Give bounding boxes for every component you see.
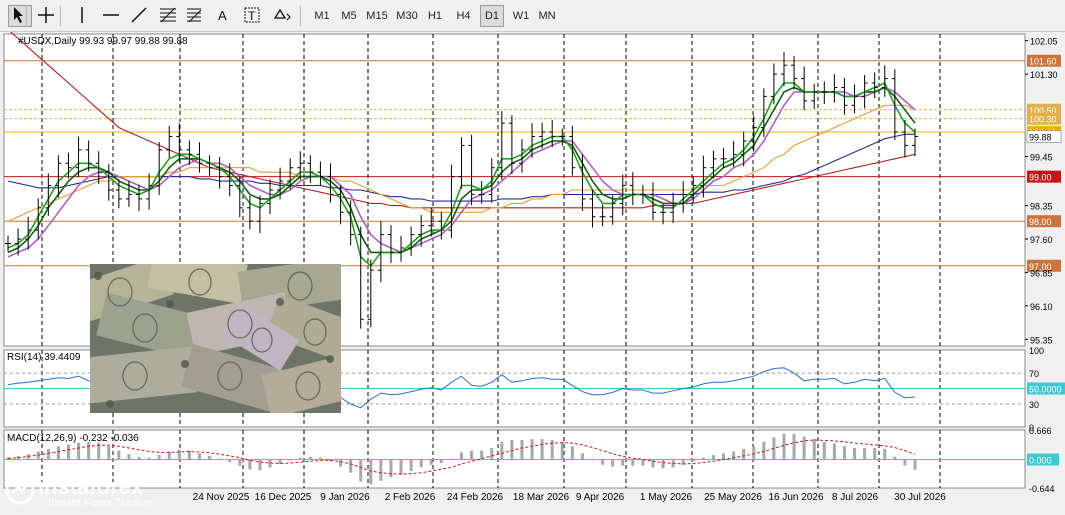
fibo-fan-tool-button[interactable] <box>183 5 207 27</box>
timeframe-m1-button[interactable]: M1 <box>310 5 334 27</box>
trendline-icon <box>128 4 150 29</box>
date-tick-label: 1 May 2026 <box>640 492 693 503</box>
rsi-tick-label: 100 <box>1029 346 1044 356</box>
date-tick-label: 25 May 2026 <box>704 492 762 503</box>
timeframe-h4-button[interactable]: H4 <box>450 5 477 27</box>
symbol-header: #USDX,Daily 99.93 99.97 99.88 99.88 <box>18 36 188 47</box>
date-tick-label: 24 Feb 2026 <box>447 492 504 503</box>
timeframe-m5-button[interactable]: M5 <box>336 5 362 27</box>
crosshair-icon <box>35 4 57 29</box>
price-tick-label: 98.35 <box>1030 202 1053 212</box>
instaforex-logo-icon <box>5 475 35 505</box>
rsi-tick-label: 50.0000 <box>1029 385 1062 395</box>
price-tick-label: 96.10 <box>1030 302 1053 312</box>
shapes-tool-button[interactable] <box>267 5 297 27</box>
timeframe-m15-button[interactable]: M15 <box>363 5 391 27</box>
level-label-99.00: 99.00 <box>1029 173 1052 183</box>
timeframe-mn-button[interactable]: MN <box>535 5 559 27</box>
cursor-tool-button[interactable] <box>8 5 32 27</box>
toolbar-separator <box>300 6 301 26</box>
toolbar: A T M1 M5 M15 M30 H1 H4 D1 W1 MN <box>0 0 1065 32</box>
level-label-98.00: 98.00 <box>1029 217 1052 227</box>
price-tick-label: 97.60 <box>1030 235 1053 245</box>
instaforex-watermark: instaforex Instant Forex Trading <box>2 470 202 510</box>
horizontal-line-tool-button[interactable] <box>99 5 123 27</box>
date-tick-label: 18 Mar 2026 <box>513 492 570 503</box>
price-tick-label: 96.85 <box>1030 268 1053 278</box>
rsi-label: RSI(14) 39.4409 <box>7 352 81 363</box>
rsi-tick-label: 70 <box>1029 369 1039 379</box>
price-tick-label: 102.05 <box>1030 37 1058 47</box>
macd-label: MACD(12,26,9) -0.232 -0.036 <box>7 433 139 444</box>
date-tick-label: 2 Feb 2026 <box>385 492 436 503</box>
macd-tick-label: -0.644 <box>1029 484 1055 494</box>
text-tool-button[interactable]: A <box>211 5 235 27</box>
cursor-icon <box>9 4 31 29</box>
timeframe-w1-button[interactable]: W1 <box>508 5 534 27</box>
toolbar-separator <box>60 6 61 26</box>
price-tick-label: 101.30 <box>1030 70 1058 80</box>
date-tick-label: 9 Apr 2026 <box>576 492 625 503</box>
fibonacci-icon <box>157 4 179 29</box>
svg-text:T: T <box>248 9 256 23</box>
label-icon: T <box>241 4 263 29</box>
rsi-tick-label: 30 <box>1029 400 1039 410</box>
date-tick-label: 16 Dec 2025 <box>255 492 312 503</box>
price-tick-label: 95.35 <box>1030 335 1053 345</box>
date-tick-label: 16 Jun 2026 <box>768 492 823 503</box>
horizontal-line-icon <box>100 4 122 29</box>
macd-tick-label: 0.000 <box>1029 455 1052 465</box>
crosshair-tool-button[interactable] <box>34 5 58 27</box>
trendline-tool-button[interactable] <box>127 5 151 27</box>
label-tool-button[interactable]: T <box>240 5 264 27</box>
watermark-brand: instaforex <box>38 474 144 499</box>
date-tick-label: 9 Jan 2026 <box>320 492 370 503</box>
money-photo <box>90 264 341 413</box>
current-price-label: 99.88 <box>1029 133 1052 143</box>
watermark-tagline: Instant Forex Trading <box>48 497 152 509</box>
text-icon: A <box>212 4 234 29</box>
shapes-icon <box>271 4 293 29</box>
price-tick-label: 99.45 <box>1030 153 1053 163</box>
timeframe-h1-button[interactable]: H1 <box>423 5 447 27</box>
date-tick-label: 30 Jul 2026 <box>894 492 946 503</box>
vertical-line-icon <box>71 4 93 29</box>
fibo-fan-icon <box>184 4 206 29</box>
level-label-101.60: 101.60 <box>1029 57 1057 67</box>
timeframe-d1-button[interactable]: D1 <box>480 5 504 27</box>
timeframe-m30-button[interactable]: M30 <box>392 5 422 27</box>
vertical-line-tool-button[interactable] <box>70 5 94 27</box>
macd-tick-label: 0.666 <box>1029 426 1052 436</box>
date-tick-label: 8 Jul 2026 <box>832 492 879 503</box>
level-label-100.30: 100.30 <box>1029 115 1057 125</box>
svg-text:A: A <box>218 8 227 23</box>
toolbar-separator <box>26 6 27 26</box>
fibonacci-tool-button[interactable] <box>156 5 180 27</box>
